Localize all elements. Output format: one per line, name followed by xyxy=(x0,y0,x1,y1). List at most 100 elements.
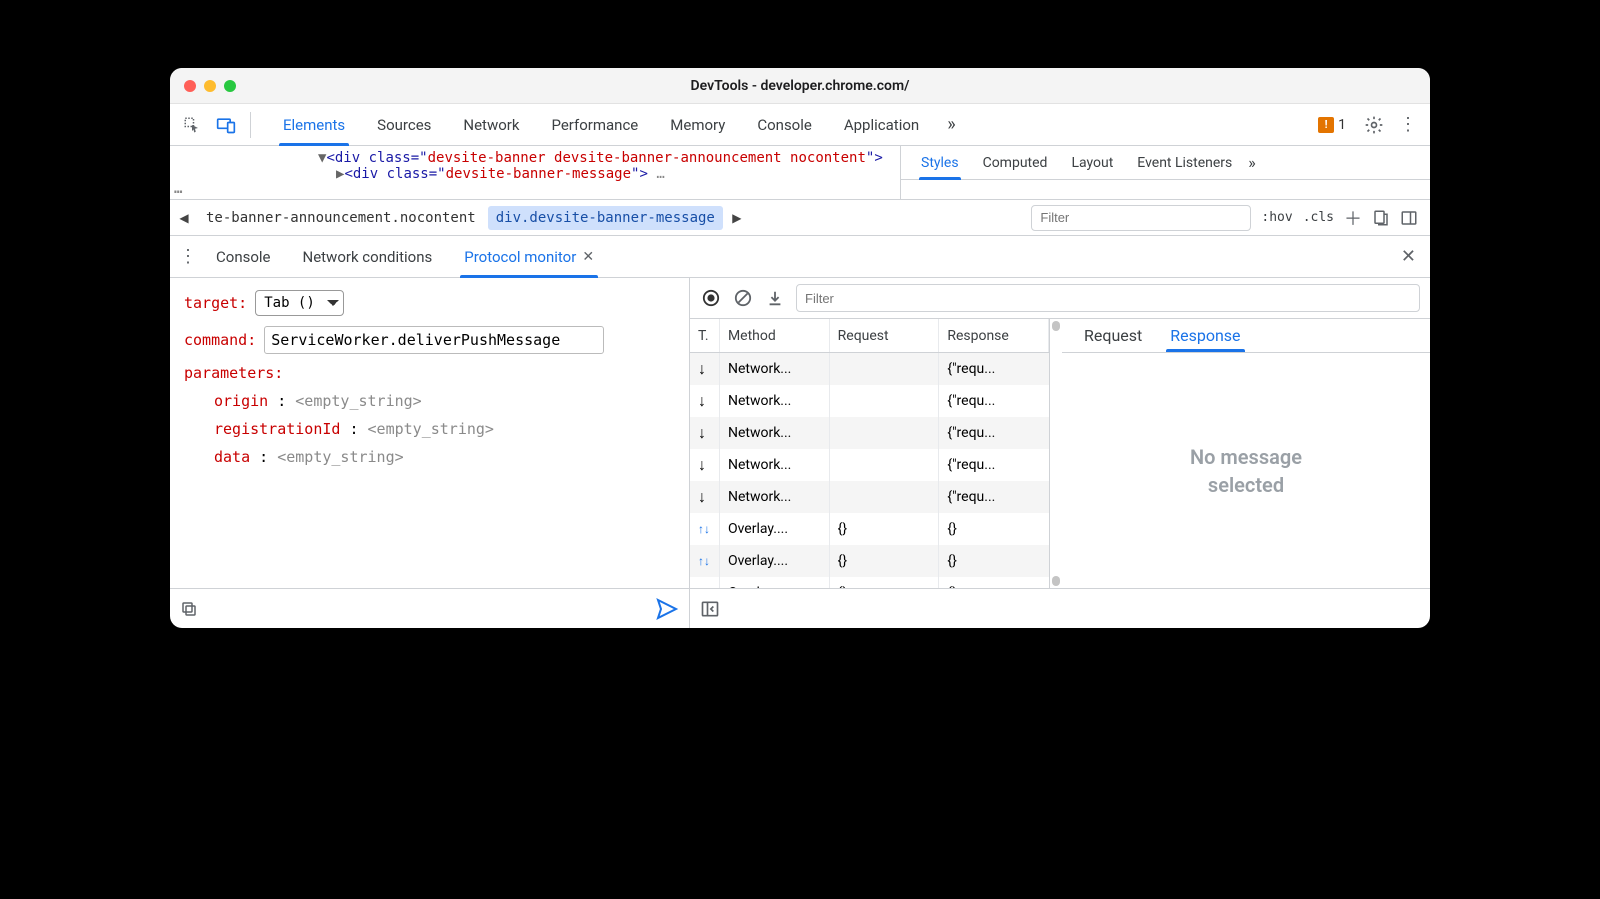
main-tab-application[interactable]: Application xyxy=(828,104,935,146)
pm-request xyxy=(830,449,940,481)
pm-response: {} xyxy=(939,545,1049,577)
inspect-element-icon[interactable] xyxy=(178,111,206,139)
main-tab-memory[interactable]: Memory xyxy=(654,104,741,146)
window-title: DevTools - developer.chrome.com/ xyxy=(170,78,1430,94)
pm-row[interactable]: ↑↓Overlay....{}{} xyxy=(690,577,1049,588)
collapse-left-icon[interactable] xyxy=(700,599,720,619)
param-value: <empty_string> xyxy=(277,448,403,466)
send-command-icon[interactable] xyxy=(655,597,679,621)
pm-toolbar xyxy=(690,278,1430,318)
titlebar: DevTools - developer.chrome.com/ xyxy=(170,68,1430,104)
breadcrumb-scroll-left-icon[interactable]: ◀ xyxy=(174,208,194,228)
new-style-rule-icon[interactable]: ＋ xyxy=(1344,205,1362,231)
drawer-tab-network-conditions[interactable]: Network conditions xyxy=(287,236,449,278)
drawer-tabs: ⋮ Console Network conditions Protocol moni… xyxy=(170,236,1430,278)
col-method[interactable]: Method xyxy=(720,319,830,352)
side-tabs-overflow-icon[interactable]: » xyxy=(1248,153,1256,172)
drawer-tab-console[interactable]: Console xyxy=(200,236,287,278)
hov-toggle[interactable]: :hov xyxy=(1261,210,1292,225)
parameters-label: parameters: xyxy=(184,364,283,382)
pm-table: T. Method Request Response ↓Network...{"… xyxy=(690,319,1050,588)
pm-response: {"requ... xyxy=(939,385,1049,417)
side-tab-layout[interactable]: Layout xyxy=(1059,146,1125,180)
record-icon[interactable] xyxy=(700,287,722,309)
arrow-updown-icon: ↑↓ xyxy=(690,545,720,577)
pm-row[interactable]: ↓Network...{"requ... xyxy=(690,481,1049,513)
copy-command-icon[interactable] xyxy=(180,600,198,618)
target-select[interactable]: Tab () xyxy=(255,290,344,316)
minimize-window-button[interactable] xyxy=(204,80,216,92)
col-response[interactable]: Response xyxy=(939,319,1049,352)
side-tab-styles[interactable]: Styles xyxy=(909,146,971,180)
download-icon[interactable] xyxy=(764,287,786,309)
cls-toggle[interactable]: .cls xyxy=(1303,210,1334,225)
html-close-2: "> xyxy=(631,166,648,182)
html-close: "> xyxy=(866,150,883,166)
computed-styles-icon[interactable] xyxy=(1372,209,1390,227)
main-tabs: ElementsSourcesNetworkPerformanceMemoryC… xyxy=(267,104,935,146)
pm-request xyxy=(830,385,940,417)
pm-table-header: T. Method Request Response xyxy=(690,319,1049,353)
device-toolbar-icon[interactable] xyxy=(212,111,240,139)
pm-response: {"requ... xyxy=(939,449,1049,481)
more-tabs-chevron-icon[interactable]: » xyxy=(941,114,961,135)
param-row-origin[interactable]: origin : <empty_string> xyxy=(214,392,675,410)
close-tab-icon[interactable]: ✕ xyxy=(582,249,594,265)
main-tab-console[interactable]: Console xyxy=(741,104,828,146)
col-request[interactable]: Request xyxy=(830,319,940,352)
pm-footer xyxy=(690,588,1430,628)
command-form: target: Tab () command: parameters: orig… xyxy=(170,278,689,588)
drawer-tab-label: Protocol monitor xyxy=(464,248,576,266)
side-tab-computed[interactable]: Computed xyxy=(971,146,1060,180)
pm-row[interactable]: ↓Network...{"requ... xyxy=(690,385,1049,417)
toggle-sidebar-icon[interactable] xyxy=(1400,209,1418,227)
maximize-window-button[interactable] xyxy=(224,80,236,92)
kebab-menu-icon[interactable]: ⋮ xyxy=(1394,111,1422,139)
pm-filter-input[interactable] xyxy=(796,284,1420,312)
pm-detail-tab-request[interactable]: Request xyxy=(1070,319,1156,352)
pm-request: {} xyxy=(830,577,940,588)
param-name: registrationId xyxy=(214,420,340,438)
drawer-tab-label: Network conditions xyxy=(303,248,433,266)
pm-row[interactable]: ↑↓Overlay....{}{} xyxy=(690,545,1049,577)
styles-filter-controls: :hov .cls ＋ xyxy=(1031,205,1426,231)
pm-response: {"requ... xyxy=(939,481,1049,513)
breadcrumb-scroll-right-icon[interactable]: ▶ xyxy=(727,208,747,228)
breadcrumb-item[interactable]: te-banner-announcement.nocontent xyxy=(198,206,484,230)
html-open-2: <div class=" xyxy=(344,166,445,182)
pm-detail-pane: RequestResponse No messageselected xyxy=(1062,319,1430,588)
param-name: data xyxy=(214,448,250,466)
param-row-registrationId[interactable]: registrationId : <empty_string> xyxy=(214,420,675,438)
pm-detail-tab-response[interactable]: Response xyxy=(1156,319,1254,352)
close-drawer-icon[interactable]: ✕ xyxy=(1401,246,1416,267)
col-type[interactable]: T. xyxy=(690,319,720,352)
clear-icon[interactable] xyxy=(732,287,754,309)
main-tab-performance[interactable]: Performance xyxy=(535,104,654,146)
drawer-kebab-icon[interactable]: ⋮ xyxy=(176,246,200,267)
pm-response: {"requ... xyxy=(939,417,1049,449)
pm-scrollbar[interactable] xyxy=(1050,319,1062,588)
main-tab-network[interactable]: Network xyxy=(447,104,535,146)
elements-tree[interactable]: ▼<div class="devsite-banner devsite-bann… xyxy=(170,146,900,199)
main-tab-elements[interactable]: Elements xyxy=(267,104,361,146)
breadcrumb-item-selected[interactable]: div.devsite-banner-message xyxy=(488,206,723,230)
param-row-data[interactable]: data : <empty_string> xyxy=(214,448,675,466)
settings-gear-icon[interactable] xyxy=(1360,111,1388,139)
pm-row[interactable]: ↓Network...{"requ... xyxy=(690,449,1049,481)
styles-filter-input[interactable] xyxy=(1031,205,1251,231)
pm-row[interactable]: ↓Network...{"requ... xyxy=(690,353,1049,385)
close-window-button[interactable] xyxy=(184,80,196,92)
pm-row[interactable]: ↑↓Overlay....{}{} xyxy=(690,513,1049,545)
command-footer xyxy=(170,588,689,628)
main-tab-sources[interactable]: Sources xyxy=(361,104,447,146)
side-tab-event-listeners[interactable]: Event Listeners xyxy=(1125,146,1244,180)
html-class-value-2: devsite-banner-message xyxy=(446,166,631,182)
drawer-tab-protocol-monitor[interactable]: Protocol monitor ✕ xyxy=(448,236,610,278)
command-input[interactable] xyxy=(264,326,604,354)
html-class-value: devsite-banner devsite-banner-announceme… xyxy=(428,150,866,166)
warnings-badge[interactable]: ! 1 xyxy=(1318,117,1346,133)
pm-row[interactable]: ↓Network...{"requ... xyxy=(690,417,1049,449)
param-name: origin xyxy=(214,392,268,410)
pm-request: {} xyxy=(830,513,940,545)
arrow-down-icon: ↓ xyxy=(690,385,720,417)
